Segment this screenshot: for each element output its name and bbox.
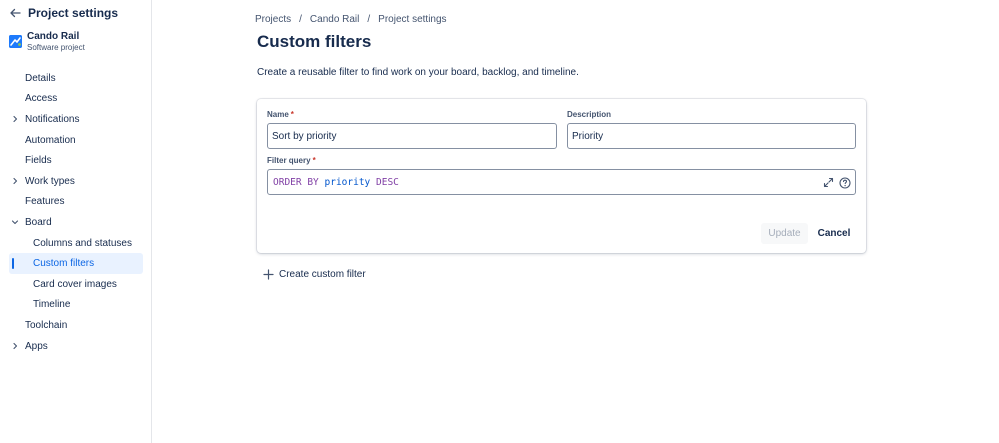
chevron-right-icon[interactable]: [10, 176, 20, 186]
name-input[interactable]: [267, 123, 557, 149]
query-keyword: ORDER BY: [273, 177, 319, 188]
sidebar-item-timeline[interactable]: Timeline: [0, 295, 151, 316]
breadcrumb: Projects / Cando Rail / Project settings: [255, 14, 447, 25]
sidebar-item-label: Notifications: [25, 113, 80, 125]
filter-query-editor[interactable]: ORDER BY priority DESC: [267, 169, 856, 195]
sidebar-item-access[interactable]: Access: [0, 89, 151, 110]
query-keyword: DESC: [376, 177, 399, 188]
sidebar-item-custom-filters[interactable]: Custom filters: [9, 253, 143, 274]
sidebar-title: Project settings: [28, 6, 119, 20]
sidebar-item-label: Features: [25, 196, 65, 208]
update-button[interactable]: Update: [761, 223, 808, 244]
chevron-down-icon[interactable]: [10, 217, 20, 227]
sidebar-nav: Details Access Notifications Automation …: [0, 68, 151, 356]
create-custom-filter-label: Create custom filter: [279, 268, 366, 280]
description-input[interactable]: [567, 123, 856, 149]
arrow-left-icon: [10, 8, 21, 18]
sidebar-item-label: Board: [25, 216, 52, 228]
sidebar-item-features[interactable]: Features: [0, 192, 151, 213]
breadcrumb-separator: /: [299, 14, 302, 25]
chevron-right-icon[interactable]: [10, 114, 20, 124]
sidebar-item-card-cover-images[interactable]: Card cover images: [0, 274, 151, 295]
sidebar-item-label: Details: [25, 72, 56, 84]
project-name: Cando Rail: [27, 31, 80, 42]
project-avatar-icon: [9, 35, 22, 48]
query-field: priority: [324, 177, 371, 188]
page-description: Create a reusable filter to find work on…: [257, 67, 579, 78]
sidebar-item-label: Automation: [25, 134, 76, 146]
filter-form-card: Name* Description Filter query* ORDER BY…: [257, 99, 866, 253]
back-button[interactable]: [7, 5, 23, 21]
filter-query-label: Filter query *: [267, 156, 316, 165]
sidebar: Project settings Cando Rail Software pro…: [0, 0, 152, 443]
project-info: Cando Rail Software project: [9, 31, 149, 55]
breadcrumb-project[interactable]: Cando Rail: [310, 14, 359, 25]
required-mark: *: [290, 110, 294, 119]
name-label-text: Name: [267, 110, 289, 119]
page-title: Custom filters: [257, 32, 372, 51]
filter-query-text: ORDER BY priority DESC: [273, 177, 399, 188]
expand-icon[interactable]: [822, 176, 835, 189]
sidebar-item-label: Custom filters: [33, 258, 95, 270]
chevron-right-icon[interactable]: [10, 341, 20, 351]
help-icon[interactable]: [838, 176, 851, 189]
sidebar-item-fields[interactable]: Fields: [0, 150, 151, 171]
breadcrumb-projects[interactable]: Projects: [255, 14, 291, 25]
name-label: Name *: [267, 110, 294, 119]
sidebar-item-automation[interactable]: Automation: [0, 130, 151, 151]
sidebar-item-notifications[interactable]: Notifications: [0, 109, 151, 130]
filter-query-label-text: Filter query: [267, 156, 311, 165]
sidebar-item-label: Toolchain: [25, 319, 68, 331]
sidebar-item-details[interactable]: Details: [0, 68, 151, 89]
breadcrumb-separator: /: [367, 14, 371, 25]
sidebar-item-label: Card cover images: [33, 278, 117, 290]
create-custom-filter-button[interactable]: Create custom filter: [263, 266, 366, 282]
sidebar-item-label: Fields: [25, 155, 52, 167]
sidebar-item-board[interactable]: Board: [0, 212, 151, 233]
sidebar-item-label: Columns and statuses: [33, 237, 132, 249]
cancel-button[interactable]: Cancel: [812, 223, 856, 244]
required-mark: *: [312, 156, 316, 165]
project-type: Software project: [27, 43, 85, 52]
sidebar-item-columns-and-statuses[interactable]: Columns and statuses: [0, 233, 151, 254]
sidebar-item-label: Apps: [25, 340, 48, 352]
breadcrumb-project-settings[interactable]: Project settings: [378, 14, 446, 25]
sidebar-item-label: Timeline: [33, 299, 71, 311]
sidebar-item-label: Access: [25, 93, 58, 105]
sidebar-item-label: Work types: [25, 175, 75, 187]
active-indicator: [12, 258, 14, 270]
plus-icon: [263, 268, 274, 280]
description-label: Description: [567, 110, 612, 119]
sidebar-item-apps[interactable]: Apps: [0, 336, 151, 357]
sidebar-item-toolchain[interactable]: Toolchain: [0, 315, 151, 336]
sidebar-item-work-types[interactable]: Work types: [0, 171, 151, 192]
sidebar-header: Project settings: [0, 0, 151, 26]
